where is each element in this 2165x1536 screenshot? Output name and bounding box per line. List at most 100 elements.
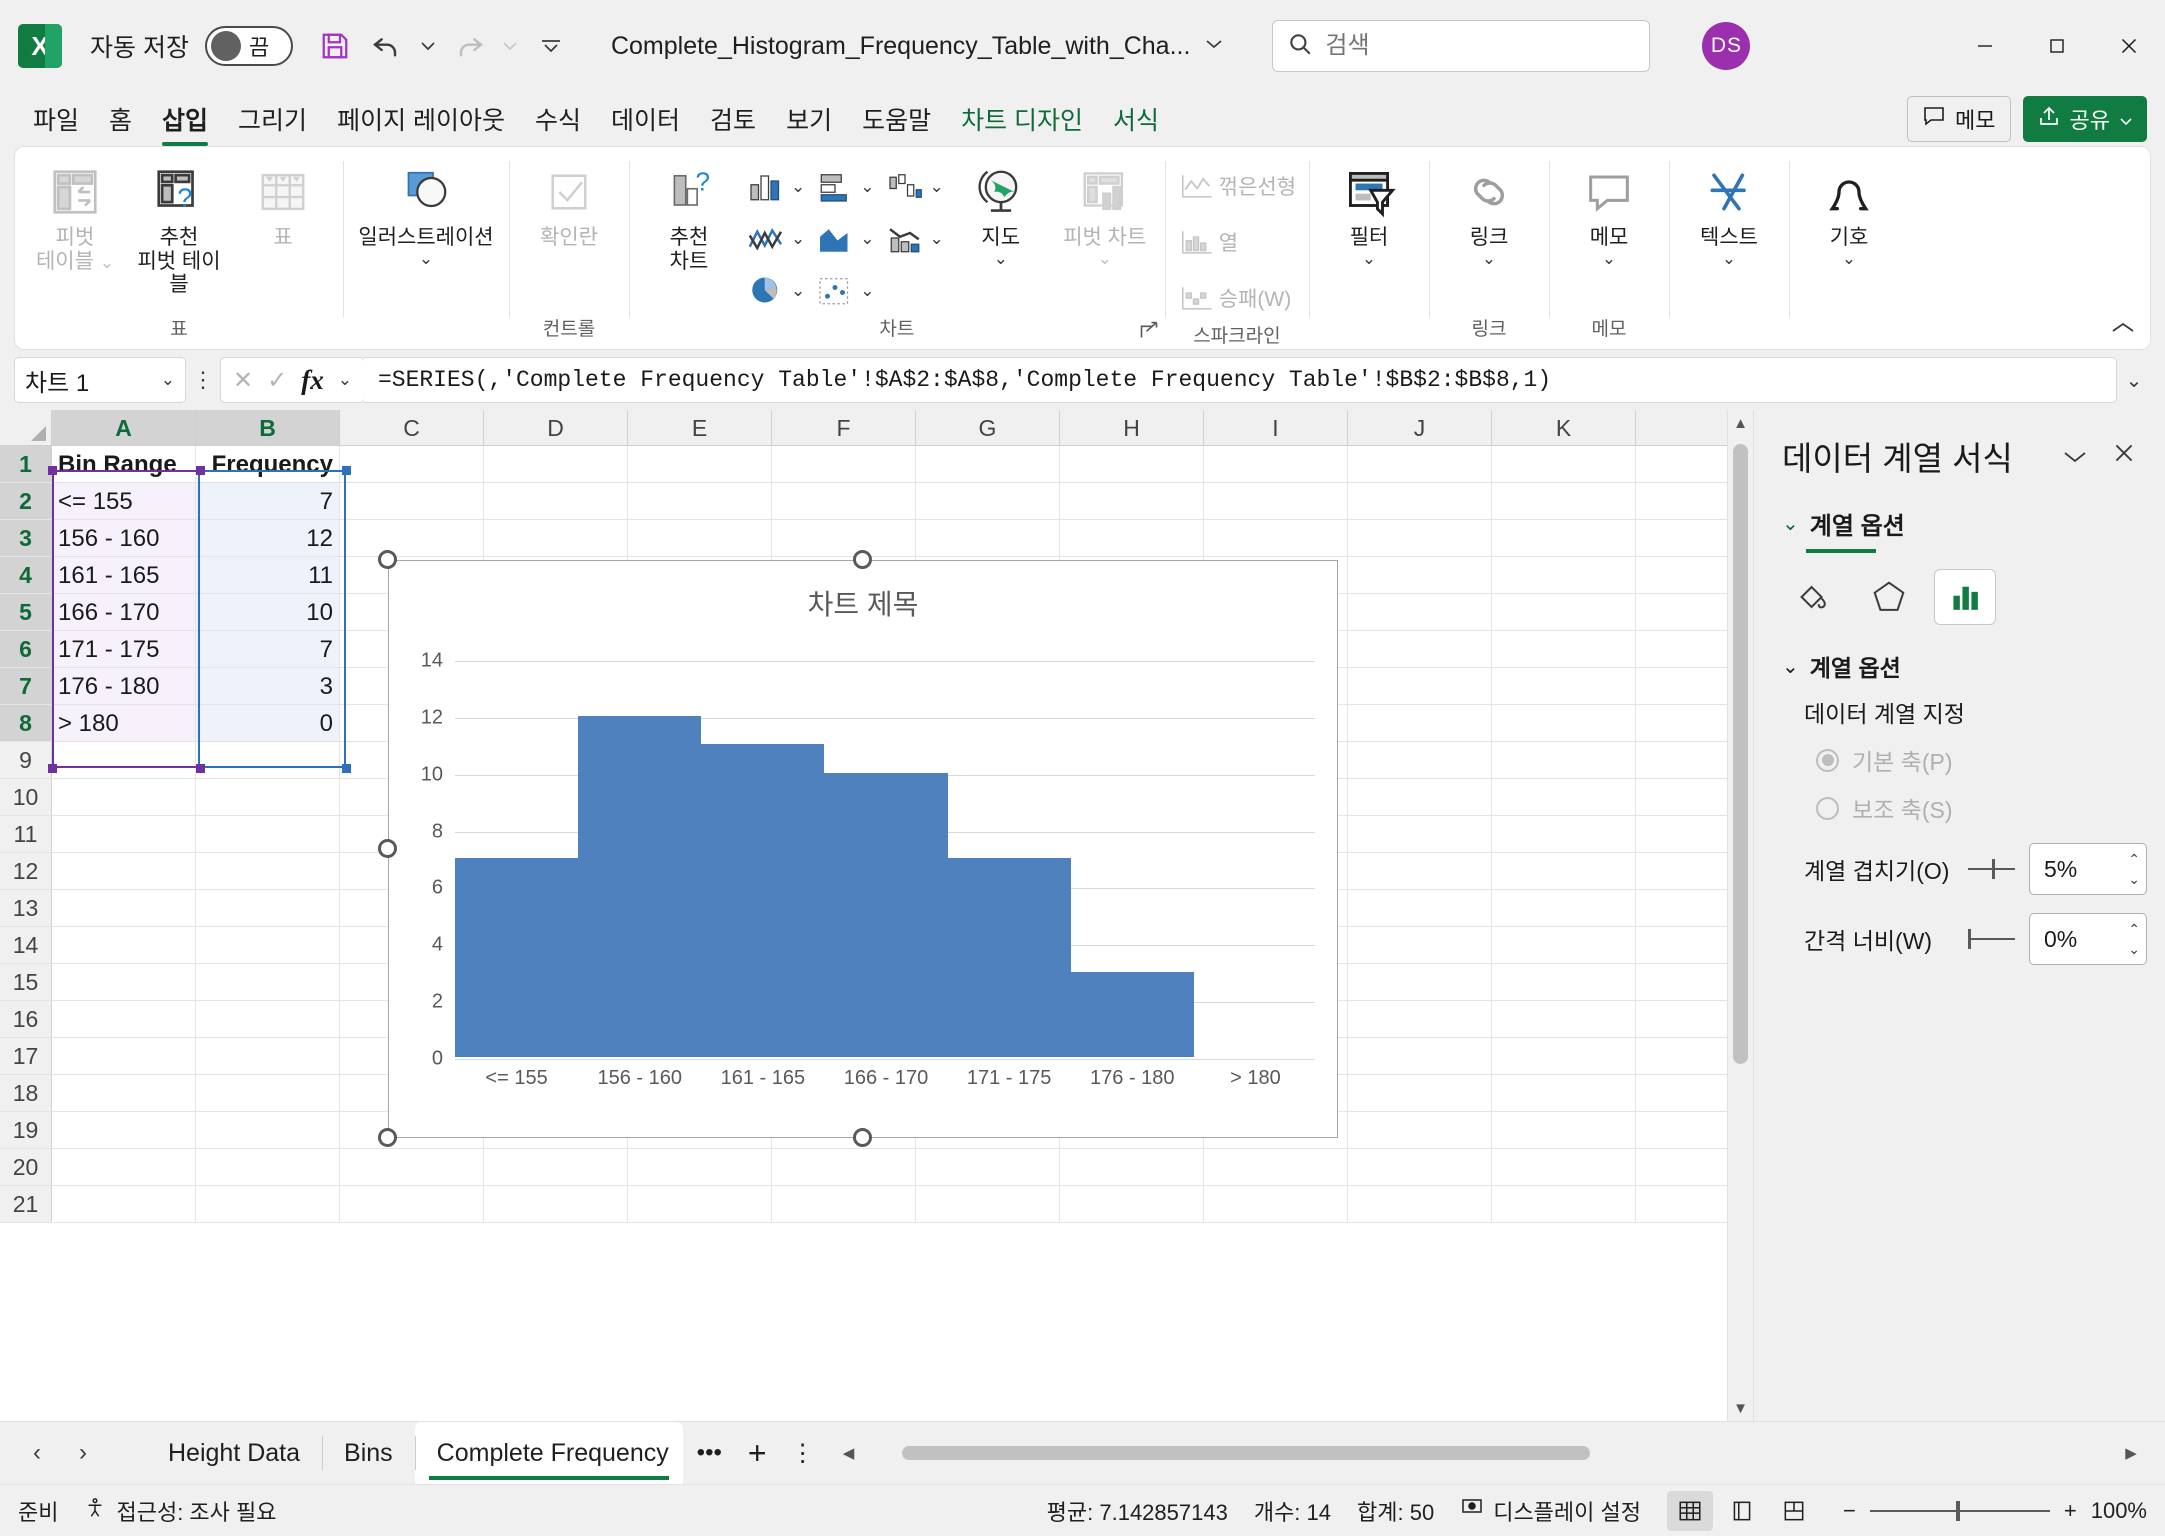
row-header[interactable]: 1 — [0, 446, 52, 482]
row-header[interactable]: 16 — [0, 1001, 52, 1037]
scroll-down-icon[interactable]: ▼ — [1728, 1395, 1753, 1421]
search-input[interactable] — [1325, 32, 1636, 60]
function-dropdown-icon[interactable]: ⌄ — [338, 370, 352, 390]
grid-cell[interactable]: <= 155 — [52, 483, 196, 519]
grid-cell[interactable] — [1492, 816, 1636, 852]
chart-resize-handle-middle-left[interactable] — [378, 839, 397, 858]
pie-chart-dropdown-icon[interactable]: ⌄ — [791, 282, 805, 299]
grid-cell[interactable]: 7 — [196, 631, 340, 667]
text-button[interactable]: 텍스트 ⌄ — [1679, 155, 1779, 267]
grid-cell[interactable] — [52, 1038, 196, 1074]
tab-insert[interactable]: 삽입 — [147, 101, 223, 146]
column-header-g[interactable]: G — [916, 410, 1060, 445]
grid-cell[interactable] — [772, 1186, 916, 1222]
grid-cell[interactable] — [196, 779, 340, 815]
grid-cell[interactable] — [196, 964, 340, 1000]
grid-cell[interactable]: 11 — [196, 557, 340, 593]
checkbox-button[interactable]: 확인란 — [519, 155, 619, 250]
recommended-pivot-table-button[interactable]: ? 추천 피벗 테이블 — [129, 155, 229, 297]
series-options-icon[interactable] — [1934, 569, 1996, 625]
status-average[interactable]: 평균: 7.142857143 — [1047, 1495, 1228, 1527]
selection-handle[interactable] — [342, 466, 351, 475]
grid-cell[interactable] — [628, 1186, 772, 1222]
chart-bar[interactable] — [578, 715, 702, 1057]
grid-cell[interactable] — [1492, 1038, 1636, 1074]
grid-cell[interactable] — [484, 483, 628, 519]
grid-cell[interactable] — [916, 446, 1060, 482]
add-sheet-button[interactable]: + — [736, 1437, 779, 1469]
more-sheets-icon[interactable]: ••• — [683, 1439, 736, 1467]
primary-axis-radio[interactable] — [1816, 748, 1839, 772]
grid-cell[interactable] — [628, 483, 772, 519]
grid-cell[interactable]: 156 - 160 — [52, 520, 196, 556]
tab-data[interactable]: 데이터 — [596, 101, 695, 146]
row-header[interactable]: 18 — [0, 1075, 52, 1111]
grid-cell[interactable]: 12 — [196, 520, 340, 556]
grid-cell[interactable] — [1348, 1075, 1492, 1111]
tab-help[interactable]: 도움말 — [847, 101, 946, 146]
bar-chart-button[interactable]: ⌄ — [812, 163, 877, 209]
grid-cell[interactable] — [772, 483, 916, 519]
grid-cell[interactable] — [1348, 520, 1492, 556]
illustrations-button[interactable]: 일러스트레이션 ⌄ — [353, 155, 499, 267]
grid-cell[interactable] — [1492, 964, 1636, 1000]
maximize-button[interactable] — [2021, 0, 2093, 92]
grid-cell[interactable] — [1060, 1149, 1204, 1185]
grid-cell[interactable] — [52, 964, 196, 1000]
grid-cell[interactable] — [52, 1149, 196, 1185]
chart-plot-area[interactable]: 0 2 4 6 8 10 12 14 — [421, 650, 1315, 1070]
status-count[interactable]: 개수: 14 — [1254, 1495, 1331, 1527]
horizontal-scroll-track[interactable] — [864, 1440, 2115, 1466]
chart-resize-handle-top-center[interactable] — [853, 550, 872, 569]
row-header[interactable]: 5 — [0, 594, 52, 630]
waterfall-chart-button[interactable]: ⌄ — [882, 163, 947, 209]
sheet-tab-bins[interactable]: Bins — [322, 1422, 415, 1484]
status-sum[interactable]: 합계: 50 — [1357, 1495, 1434, 1527]
save-icon[interactable] — [311, 22, 359, 70]
grid-cell[interactable] — [1348, 927, 1492, 963]
pie-chart-button[interactable]: ⌄ — [743, 267, 808, 313]
grid-cell[interactable] — [1204, 483, 1348, 519]
tab-review[interactable]: 검토 — [695, 101, 771, 146]
grid-cell[interactable] — [1348, 1112, 1492, 1148]
selection-handle[interactable] — [196, 764, 205, 773]
grid-cell[interactable]: Bin Range — [52, 446, 196, 482]
grid-cell[interactable] — [1060, 1186, 1204, 1222]
zoom-level-label[interactable]: 100% — [2091, 1498, 2147, 1524]
next-sheet-icon[interactable]: › — [60, 1439, 106, 1467]
row-header[interactable]: 4 — [0, 557, 52, 593]
grid-cell[interactable] — [1348, 668, 1492, 704]
grid-cell[interactable] — [1492, 742, 1636, 778]
grid-cell[interactable] — [1492, 1186, 1636, 1222]
row-header[interactable]: 2 — [0, 483, 52, 519]
grid-cell[interactable] — [340, 520, 484, 556]
column-header-i[interactable]: I — [1204, 410, 1348, 445]
bar-chart-dropdown-icon[interactable]: ⌄ — [860, 178, 874, 195]
grid-cell[interactable] — [1492, 631, 1636, 667]
close-icon[interactable] — [2105, 440, 2143, 473]
comments-button[interactable]: 메모 — [1907, 96, 2011, 142]
avatar[interactable]: DS — [1702, 22, 1751, 70]
symbol-dropdown-icon[interactable]: ⌄ — [1842, 250, 1856, 267]
normal-view-icon[interactable] — [1667, 1490, 1713, 1531]
grid-cell[interactable]: > 180 — [52, 705, 196, 741]
grid-cell[interactable] — [1060, 483, 1204, 519]
selection-handle[interactable] — [48, 764, 57, 773]
grid-cell[interactable] — [196, 742, 340, 778]
grid-cell[interactable]: 176 - 180 — [52, 668, 196, 704]
grid-cell[interactable] — [1492, 779, 1636, 815]
grid-cell[interactable] — [1348, 1001, 1492, 1037]
grid-cell[interactable] — [916, 483, 1060, 519]
table-row[interactable]: 20 — [0, 1149, 1727, 1186]
sheet-options-icon[interactable]: ⋮ — [779, 1439, 827, 1468]
column-chart-button[interactable]: ⌄ — [743, 163, 808, 209]
grid-cell[interactable] — [1348, 557, 1492, 593]
column-header-h[interactable]: H — [1060, 410, 1204, 445]
grid-cell[interactable] — [1204, 1186, 1348, 1222]
row-header[interactable]: 14 — [0, 927, 52, 963]
selection-handle[interactable] — [48, 466, 57, 475]
scroll-left-icon[interactable]: ◀ — [833, 1444, 865, 1462]
customize-quick-access-icon[interactable] — [527, 22, 575, 70]
grid-cell[interactable]: 0 — [196, 705, 340, 741]
sheet-tab-complete-frequency[interactable]: Complete Frequency — [414, 1422, 683, 1484]
